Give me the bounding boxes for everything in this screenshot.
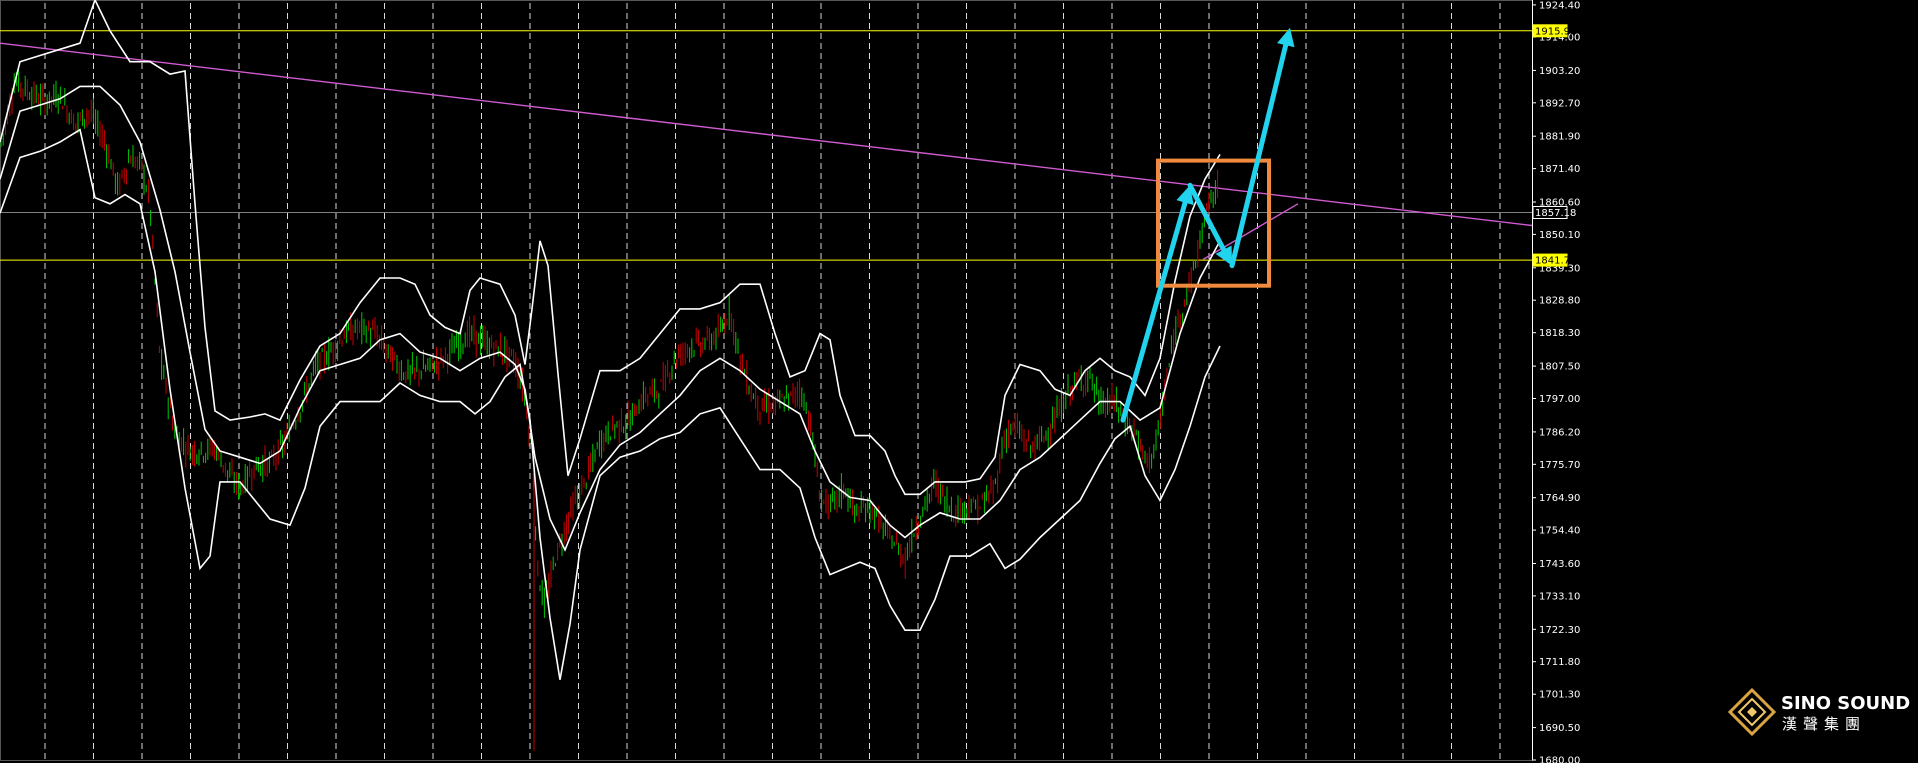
level-lines: [0, 30, 1532, 261]
tick-label: 1711.80: [1539, 657, 1580, 668]
level-tag: 1915.99: [1532, 24, 1576, 38]
upper-band: [0, 0, 1221, 496]
level-tag: 1841.78: [1532, 253, 1576, 267]
tick-label: 1807.50: [1539, 362, 1580, 373]
tick-label: 1743.60: [1539, 559, 1580, 570]
arrow-shaft: [1120, 200, 1188, 423]
sino-sound-logo: SINO SOUND 漢聲集團: [1727, 687, 1910, 737]
tick-label: 1764.90: [1539, 493, 1580, 504]
price-axis: 1924.401914.001903.201892.701881.901871.…: [1532, 0, 1580, 763]
arrow-shaft: [1229, 42, 1289, 269]
level-tag-label: 1857.18: [1535, 208, 1576, 219]
level-tag-label: 1915.99: [1535, 26, 1576, 37]
plot-border: [0, 0, 1533, 761]
tick-label: 1828.80: [1539, 296, 1580, 307]
tick-label: 1892.70: [1539, 98, 1580, 109]
level-tag-label: 1841.78: [1535, 256, 1576, 267]
tick-label: 1722.30: [1539, 625, 1580, 636]
bollinger-bands: [0, 0, 1221, 680]
trend-lines: [0, 42, 1533, 261]
tick-label: 1680.00: [1539, 756, 1580, 763]
tick-label: 1903.20: [1539, 66, 1580, 77]
arrow-shaft: [1187, 182, 1227, 253]
middle-band: [0, 85, 1221, 552]
projection-arrow-3: [1229, 27, 1295, 269]
diamond-logo-icon: [1727, 687, 1777, 737]
tick-label: 1786.20: [1539, 427, 1580, 438]
tick-label: 1775.70: [1539, 460, 1580, 471]
tick-label: 1797.00: [1539, 394, 1580, 405]
logo-name: SINO SOUND: [1781, 693, 1910, 714]
tick-label: 1818.30: [1539, 328, 1580, 339]
grid-layer: [0, 0, 1533, 761]
tick-label: 1701.30: [1539, 690, 1580, 701]
descending-trendline: [0, 42, 1533, 227]
tick-label: 1924.40: [1539, 0, 1580, 11]
candles: [0, 68, 1219, 751]
logo-sub: 漢聲集團: [1782, 715, 1866, 733]
tick-label: 1881.90: [1539, 132, 1580, 143]
tick-label: 1733.10: [1539, 591, 1580, 602]
level-tag: 1857.18: [1532, 206, 1576, 219]
price-chart: 1924.401914.001903.201892.701881.901871.…: [0, 0, 1910, 763]
tick-label: 1690.50: [1539, 723, 1580, 734]
tick-label: 1871.40: [1539, 164, 1580, 175]
tick-label: 1754.40: [1539, 526, 1580, 537]
tick-label: 1850.10: [1539, 230, 1580, 241]
